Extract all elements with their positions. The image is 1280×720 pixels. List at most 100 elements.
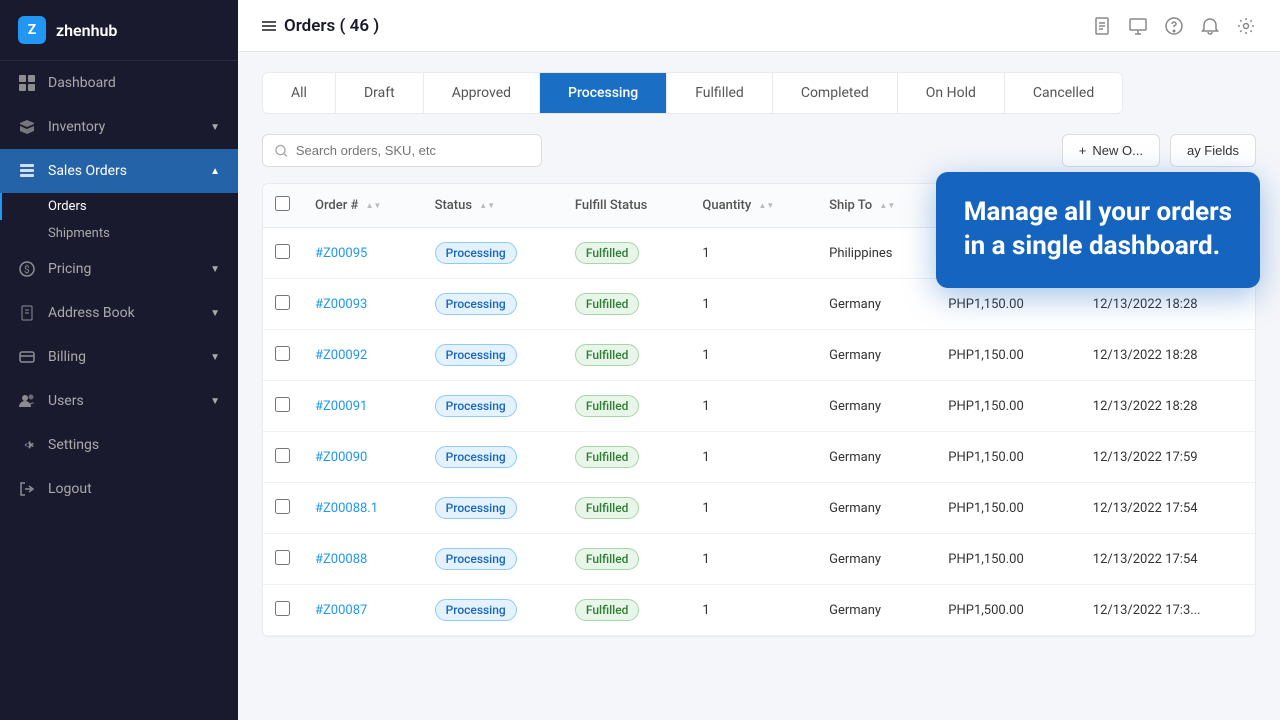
svg-text:$: $	[24, 263, 30, 276]
dashboard-icon	[18, 74, 36, 92]
row-ship-to: Germany	[817, 585, 936, 636]
row-fulfill-status: Fulfilled	[563, 228, 691, 279]
row-checkbox[interactable]	[275, 448, 290, 463]
tab-all[interactable]: All	[263, 73, 336, 113]
tab-on-hold[interactable]: On Hold	[898, 73, 1005, 113]
row-checkbox[interactable]	[275, 397, 290, 412]
row-status: Processing	[423, 228, 563, 279]
help-icon[interactable]	[1164, 16, 1184, 36]
monitor-icon[interactable]	[1128, 16, 1148, 36]
row-order-num: #Z00091	[303, 381, 423, 432]
row-checkbox[interactable]	[275, 601, 290, 616]
users-chevron: ▼	[210, 396, 220, 407]
sidebar-sub-orders[interactable]: Orders	[0, 193, 238, 220]
row-fulfill-status: Fulfilled	[563, 534, 691, 585]
row-checkbox-cell	[263, 381, 303, 432]
sidebar-sub-shipments[interactable]: Shipments	[0, 220, 238, 247]
sort-icon-order-num: ▲▼	[366, 201, 382, 210]
topbar: Orders ( 46 )	[238, 0, 1280, 52]
order-link[interactable]: #Z00088	[315, 552, 367, 567]
order-link[interactable]: #Z00095	[315, 246, 367, 261]
row-checkbox-cell	[263, 279, 303, 330]
gear-icon[interactable]	[1236, 16, 1256, 36]
row-fulfill-status: Fulfilled	[563, 483, 691, 534]
header-order-num[interactable]: Order # ▲▼	[303, 184, 423, 228]
users-icon	[18, 392, 36, 410]
page-title: Orders ( 46 )	[284, 16, 379, 36]
order-link[interactable]: #Z00093	[315, 297, 367, 312]
billing-chevron: ▼	[210, 352, 220, 363]
row-ship-to: Germany	[817, 534, 936, 585]
order-link[interactable]: #Z00090	[315, 450, 367, 465]
sidebar-item-label-sales-orders: Sales Orders	[48, 163, 127, 179]
row-status: Processing	[423, 279, 563, 330]
bell-icon[interactable]	[1200, 16, 1220, 36]
header-quantity[interactable]: Quantity ▲▼	[690, 184, 817, 228]
logo-area[interactable]: Z zhenhub	[0, 0, 238, 61]
sidebar-item-label-users: Users	[48, 393, 84, 409]
sidebar-item-logout[interactable]: Logout	[0, 467, 238, 511]
select-all-checkbox[interactable]	[275, 196, 290, 211]
row-quantity: 1	[690, 585, 817, 636]
sidebar-item-billing[interactable]: Billing ▼	[0, 335, 238, 379]
row-total-price: PHP1,500.00	[936, 585, 1081, 636]
tab-fulfilled[interactable]: Fulfilled	[667, 73, 773, 113]
table-row: #Z00092 Processing Fulfilled 1 Germany P…	[263, 330, 1255, 381]
tab-cancelled[interactable]: Cancelled	[1005, 73, 1122, 113]
row-ship-to: Philippines	[817, 228, 936, 279]
row-checkbox[interactable]	[275, 295, 290, 310]
order-link[interactable]: #Z00088.1	[315, 501, 378, 516]
sidebar-item-pricing[interactable]: $ Pricing ▼	[0, 247, 238, 291]
sort-icon-quantity: ▲▼	[758, 201, 774, 210]
row-checkbox-cell	[263, 585, 303, 636]
table-row: #Z00091 Processing Fulfilled 1 Germany P…	[263, 381, 1255, 432]
sidebar-item-users[interactable]: Users ▼	[0, 379, 238, 423]
tooltip-text: Manage all your orders in a single dashb…	[964, 196, 1232, 264]
topbar-left: Orders ( 46 )	[262, 16, 379, 36]
row-ship-to: Germany	[817, 483, 936, 534]
header-checkbox-cell	[263, 184, 303, 228]
header-ship-to[interactable]: Ship To ▲▼	[817, 184, 936, 228]
row-checkbox[interactable]	[275, 550, 290, 565]
tab-completed[interactable]: Completed	[773, 73, 898, 113]
row-checkbox-cell	[263, 483, 303, 534]
tab-processing[interactable]: Processing	[540, 73, 667, 113]
row-quantity: 1	[690, 534, 817, 585]
row-checkbox[interactable]	[275, 244, 290, 259]
row-total-price: PHP1,150.00	[936, 381, 1081, 432]
row-checkbox[interactable]	[275, 346, 290, 361]
sidebar-item-label-dashboard: Dashboard	[48, 75, 116, 91]
address-book-icon	[18, 304, 36, 322]
logo-text: zhenhub	[56, 21, 117, 40]
order-link[interactable]: #Z00087	[315, 603, 367, 618]
display-fields-label: ay Fields	[1187, 143, 1239, 158]
sales-orders-chevron: ▲	[210, 166, 220, 177]
row-created: 12/13/2022 17:54	[1081, 534, 1255, 585]
search-box[interactable]	[262, 134, 542, 167]
row-status: Processing	[423, 381, 563, 432]
sidebar-item-address-book[interactable]: Address Book ▼	[0, 291, 238, 335]
sales-orders-icon	[18, 162, 36, 180]
order-link[interactable]: #Z00092	[315, 348, 367, 363]
row-fulfill-status: Fulfilled	[563, 585, 691, 636]
sidebar-item-dashboard[interactable]: Dashboard	[0, 61, 238, 105]
header-status[interactable]: Status ▲▼	[423, 184, 563, 228]
sidebar-item-settings[interactable]: Settings	[0, 423, 238, 467]
document-icon[interactable]	[1092, 16, 1112, 36]
search-input[interactable]	[296, 143, 529, 158]
tooltip-overlay: Manage all your orders in a single dashb…	[936, 172, 1260, 288]
sidebar-item-inventory[interactable]: Inventory ▼	[0, 105, 238, 149]
display-fields-button[interactable]: ay Fields	[1170, 134, 1256, 167]
tab-approved[interactable]: Approved	[424, 73, 540, 113]
status-badge: Processing	[435, 293, 517, 315]
sidebar-item-sales-orders[interactable]: Sales Orders ▲	[0, 149, 238, 193]
sidebar-item-label-pricing: Pricing	[48, 261, 91, 277]
tab-draft[interactable]: Draft	[336, 73, 424, 113]
row-checkbox[interactable]	[275, 499, 290, 514]
content-area: All Draft Approved Processing Fulfilled …	[238, 52, 1280, 720]
new-order-button[interactable]: + New O...	[1062, 134, 1160, 167]
order-link[interactable]: #Z00091	[315, 399, 367, 414]
sidebar-sub-label-orders: Orders	[48, 199, 87, 214]
status-badge: Processing	[435, 599, 517, 621]
row-status: Processing	[423, 585, 563, 636]
